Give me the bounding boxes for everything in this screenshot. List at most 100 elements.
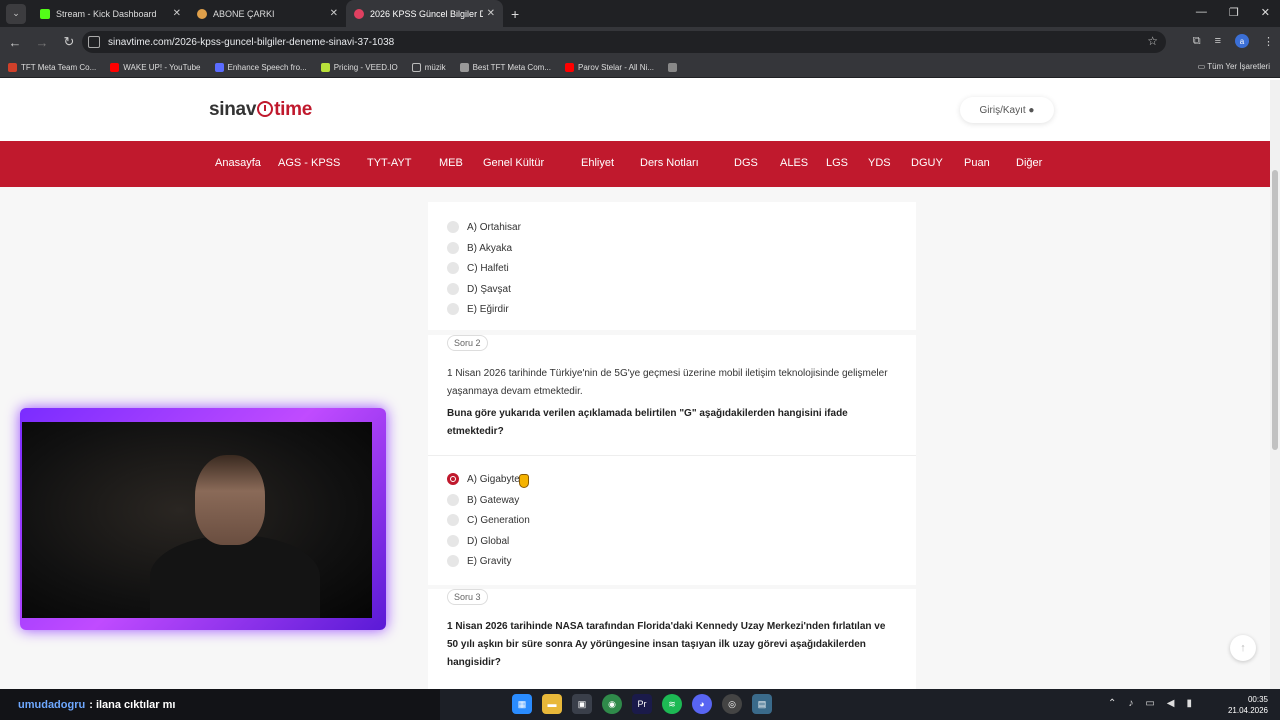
radio-button[interactable] [447,262,459,274]
site-header: sinav time Giriş/Kayıt ● [0,80,1270,141]
spotify-icon[interactable]: ≋ [662,694,682,714]
restore-icon[interactable]: ❐ [1229,6,1239,19]
bookmark-folder[interactable]: müzik [411,62,446,72]
nav-item[interactable]: Anasayfa [215,157,261,169]
nav-item[interactable]: YDS [868,157,891,169]
radio-button[interactable] [447,494,459,506]
option-a[interactable]: A) Ortahisar [447,221,521,233]
new-tab-icon[interactable]: + [511,6,519,22]
folder-icon [411,62,421,72]
option-c[interactable]: C) Generation [447,514,530,526]
address-bar[interactable]: sinavtime.com/2026-kpss-guncel-bilgiler-… [82,31,1166,53]
radio-button[interactable] [447,283,459,295]
tab-title: ABONE ÇARKI [213,8,275,19]
page-scrollbar[interactable] [1270,80,1280,689]
app-icon[interactable]: ▤ [752,694,772,714]
bookmarks-bar: TFT Meta Team Co... WAKE UP! - YouTube E… [0,57,1280,78]
discord-icon[interactable]: ◕ [692,694,712,714]
windows-taskbar: umudadogru : ilana cıktılar mı ▦ ▬ ▣ ◉ P… [0,689,1280,720]
close-tab-icon[interactable]: ✕ [173,8,181,19]
radio-button[interactable] [447,555,459,567]
sinavtime-favicon-icon [354,8,364,19]
start-icon[interactable]: ▦ [512,694,532,714]
option-d[interactable]: D) Şavşat [447,283,511,295]
clock-date: 21.04.2026 [1227,706,1268,715]
reload-icon[interactable]: ↻ [57,34,81,50]
nav-item[interactable]: Puan [964,157,990,169]
profile-avatar[interactable]: a [1235,34,1249,48]
question-3: Soru 3 1 Nisan 2026 tarihinde NASA taraf… [428,589,916,689]
question-prompt: 1 Nisan 2026 tarihinde NASA tarafından F… [447,621,886,668]
store-icon[interactable]: ▣ [572,694,592,714]
menu-icon[interactable]: ⋮ [1263,35,1274,48]
option-b[interactable]: B) Gateway [447,494,519,506]
nav-item[interactable]: MEB [439,157,463,169]
obs-icon[interactable]: ◎ [722,694,742,714]
forward-icon[interactable]: → [30,35,54,50]
nav-item[interactable]: LGS [826,157,848,169]
nav-item[interactable]: TYT-AYT [367,157,411,169]
option-c[interactable]: C) Halfeti [447,262,509,274]
bookmark-item[interactable]: WAKE UP! - YouTube [110,62,201,72]
scrollbar-thumb[interactable] [1272,170,1278,450]
bookmark-item[interactable]: Enhance Speech fro... [214,62,307,72]
bookmark-item[interactable]: TFT Meta Team Co... [8,62,96,72]
bookmark-favicon-icon [668,62,678,72]
option-a[interactable]: A) Gigabyte [447,473,520,485]
tray-chevron-icon[interactable]: ⌃ [1108,698,1116,709]
microphone-icon[interactable]: ♪ [1128,698,1133,709]
chrome-icon[interactable]: ◉ [602,694,622,714]
tab-abone-carki[interactable]: ABONE ÇARKI ✕ [189,0,346,27]
close-tab-icon[interactable]: ✕ [487,8,495,19]
bookmark-star-icon[interactable]: ☆ [1147,34,1158,48]
nav-item[interactable]: ALES [780,157,808,169]
option-e[interactable]: E) Gravity [447,555,511,567]
media-controls-icon[interactable]: ≡ [1215,35,1221,47]
close-window-icon[interactable]: ✕ [1261,6,1270,19]
extensions-icon[interactable]: ⧉ [1193,35,1201,48]
all-bookmarks[interactable]: ▭ Tüm Yer İşaretleri [1198,62,1270,71]
login-button[interactable]: Giriş/Kayıt ● [960,97,1054,123]
volume-icon[interactable]: ◀ [1167,698,1175,709]
bookmark-item[interactable] [668,62,681,72]
radio-button[interactable] [447,303,459,315]
system-clock[interactable]: 00:35 21.04.2026 [1228,694,1268,716]
tab-search-icon[interactable]: ⌄ [6,3,26,24]
tab-kick-dashboard[interactable]: Stream - Kick Dashboard ✕ [32,0,189,27]
battery-icon[interactable]: ▮ [1186,698,1192,709]
nav-item[interactable]: DGS [734,157,758,169]
streamer-body [150,535,320,618]
nav-item[interactable]: Ders Notları [640,157,699,169]
site-logo[interactable]: sinav time [209,99,312,121]
option-b[interactable]: B) Akyaka [447,242,512,254]
premiere-icon[interactable]: Pr [632,694,652,714]
nav-item[interactable]: Ehliyet [581,157,614,169]
radio-button[interactable] [447,221,459,233]
site-info-icon[interactable] [88,36,100,48]
browser-tab-bar: ⌄ Stream - Kick Dashboard ✕ ABONE ÇARKI … [0,0,1280,27]
bookmark-favicon-icon [8,62,17,72]
bookmark-item[interactable]: Parov Stelar - All Ni... [564,62,654,72]
minimize-icon[interactable]: — [1196,6,1207,19]
radio-button[interactable] [447,514,459,526]
close-tab-icon[interactable]: ✕ [330,8,338,19]
tab-sinavtime[interactable]: 2026 KPSS Güncel Bilgiler Dene ✕ [346,0,503,27]
option-e[interactable]: E) Eğirdir [447,303,509,315]
streamer-head [195,455,265,545]
nav-item[interactable]: Diğer [1016,157,1042,169]
user-icon: ● [1028,104,1035,116]
scroll-to-top-button[interactable]: ↑ [1230,635,1256,661]
radio-button-selected[interactable] [447,473,459,485]
file-explorer-icon[interactable]: ▬ [542,694,562,714]
option-d[interactable]: D) Global [447,535,509,547]
nav-item[interactable]: DGUY [911,157,943,169]
bookmark-item[interactable]: Best TFT Meta Com... [459,62,551,72]
url-text[interactable]: sinavtime.com/2026-kpss-guncel-bilgiler-… [108,37,394,48]
network-icon[interactable]: ▭ [1145,698,1154,709]
radio-button[interactable] [447,535,459,547]
back-icon[interactable]: ← [3,35,27,50]
radio-button[interactable] [447,242,459,254]
nav-item[interactable]: AGS - KPSS [278,157,340,169]
bookmark-item[interactable]: Pricing - VEED.IO [320,62,398,72]
nav-item[interactable]: Genel Kültür [483,157,544,169]
